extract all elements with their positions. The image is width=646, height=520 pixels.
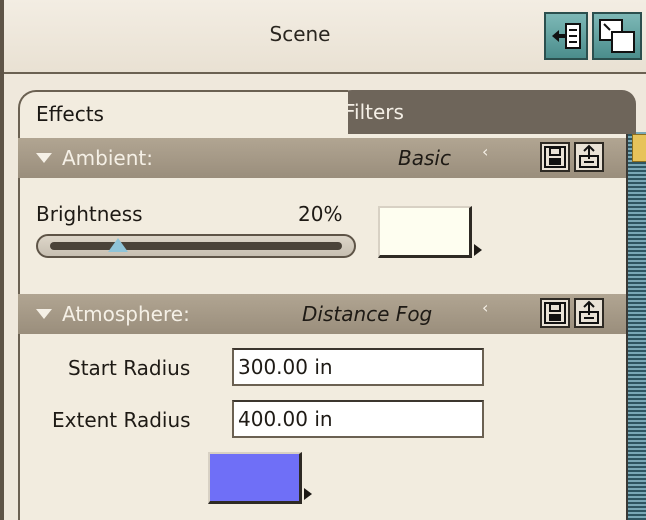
atmosphere-section-header[interactable]: Atmosphere: Distance Fog ‹ (18, 294, 628, 334)
color-menu-arrow-icon[interactable] (304, 488, 312, 500)
atmosphere-preset-name: Distance Fog (302, 302, 433, 326)
slider-thumb[interactable] (108, 238, 128, 252)
title-bar: Scene (0, 0, 646, 520)
disclosure-triangle-icon[interactable] (36, 309, 52, 319)
brightness-slider[interactable] (36, 234, 356, 258)
ambient-section-header[interactable]: Ambient: Basic ‹ (18, 138, 628, 178)
extent-radius-label: Extent Radius (52, 408, 191, 432)
double-chevron-down-icon[interactable]: ‹ (482, 298, 488, 317)
slider-track (50, 242, 342, 250)
collapse-panel-button[interactable] (592, 12, 642, 60)
fog-color-swatch[interactable] (208, 452, 302, 504)
collapse-window-icon (599, 19, 635, 53)
ambient-preset-name: Basic (398, 146, 451, 170)
brightness-label: Brightness (36, 202, 143, 226)
tab-filters[interactable]: Filters (330, 90, 636, 134)
brightness-value: 20% (298, 202, 343, 226)
tab-effects[interactable]: Effects (18, 90, 348, 134)
ambient-color-swatch[interactable] (378, 206, 472, 258)
panel-scrollbar[interactable] (626, 132, 646, 520)
panel-title: Scene (269, 22, 331, 46)
disclosure-triangle-icon[interactable] (36, 153, 52, 163)
color-menu-arrow-icon[interactable] (474, 244, 482, 256)
dock-icon (552, 23, 581, 49)
ambient-section-label: Ambient: (62, 146, 153, 170)
scrollbar-thumb[interactable] (632, 134, 646, 162)
window-edge (0, 0, 4, 520)
save-preset-icon[interactable] (540, 142, 570, 172)
double-chevron-down-icon[interactable]: ‹ (482, 142, 488, 161)
load-preset-icon[interactable] (574, 298, 604, 328)
extent-radius-input[interactable] (232, 400, 484, 438)
load-preset-icon[interactable] (574, 142, 604, 172)
start-radius-label: Start Radius (68, 356, 191, 380)
start-radius-input[interactable] (232, 348, 484, 386)
atmosphere-section-label: Atmosphere: (62, 302, 190, 326)
dock-panel-button[interactable] (544, 12, 588, 60)
save-preset-icon[interactable] (540, 298, 570, 328)
